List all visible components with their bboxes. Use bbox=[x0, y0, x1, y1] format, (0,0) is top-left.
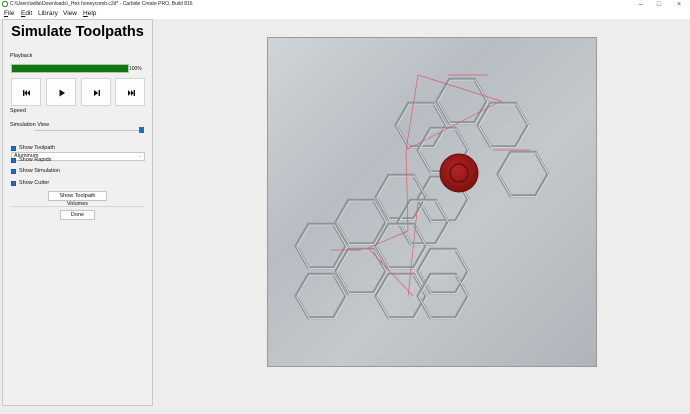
window-title: C:\Users\willa\Downloads\_Hex honeycomb.… bbox=[10, 1, 193, 7]
speed-slider-track[interactable] bbox=[35, 130, 144, 131]
speed-label: Speed bbox=[10, 108, 26, 114]
skip-to-end-icon bbox=[128, 90, 135, 96]
rapid-line bbox=[407, 201, 419, 298]
cutter bbox=[439, 153, 479, 193]
step-forward-icon bbox=[94, 90, 100, 96]
checkbox-label: Show Cutter bbox=[19, 180, 50, 186]
skip-to-end-button[interactable] bbox=[115, 78, 145, 106]
simulation-viewport[interactable] bbox=[267, 37, 597, 367]
rapid-line bbox=[367, 230, 409, 249]
speed-slider-thumb[interactable] bbox=[139, 127, 144, 133]
play-icon bbox=[59, 89, 65, 97]
simulation-view-label: Simulation View bbox=[10, 122, 50, 128]
menu-help[interactable]: Help bbox=[83, 9, 96, 19]
app-icon bbox=[2, 1, 8, 7]
cutter-body bbox=[439, 153, 479, 193]
chevron-down-icon: ⌄ bbox=[137, 153, 142, 159]
menu-file[interactable]: File bbox=[4, 9, 15, 19]
progress-fill bbox=[12, 65, 128, 72]
rapid-moves bbox=[331, 74, 530, 298]
divider bbox=[11, 206, 145, 207]
rapid-line bbox=[405, 74, 419, 151]
skip-to-start-button[interactable] bbox=[11, 78, 41, 106]
menu-edit[interactable]: Edit bbox=[21, 9, 32, 19]
step-forward-button[interactable] bbox=[81, 78, 111, 106]
checkbox-checked-icon bbox=[11, 146, 16, 151]
menu-view[interactable]: View bbox=[63, 9, 77, 19]
checkbox-checked-icon bbox=[11, 181, 16, 186]
checkbox-label: Show Simulation bbox=[19, 168, 60, 174]
show-toolpath-volumes-button[interactable]: Show Toolpath Volumes bbox=[48, 191, 107, 207]
maximize-button[interactable]: □ bbox=[652, 0, 666, 9]
checkbox-checked-icon bbox=[11, 169, 16, 174]
progress-percent: 100% bbox=[129, 66, 142, 72]
playback-label: Playback bbox=[10, 53, 33, 59]
checkbox-label: Show Rapids bbox=[19, 157, 52, 163]
menu-bar: File Edit Library View Help bbox=[0, 9, 690, 19]
minimize-button[interactable]: – bbox=[634, 0, 648, 9]
done-button[interactable]: Done bbox=[60, 210, 95, 220]
checkbox-label: Show Toolpath bbox=[19, 145, 55, 151]
skip-to-start-icon bbox=[23, 90, 30, 96]
close-button[interactable]: × bbox=[672, 0, 686, 9]
hex-pocket-group bbox=[294, 77, 550, 320]
checkbox-checked-icon bbox=[11, 158, 16, 163]
playback-progress-bar[interactable] bbox=[11, 64, 129, 73]
simulate-toolpaths-panel: Simulate Toolpaths Playback 100% Speed S… bbox=[2, 19, 153, 406]
menu-library[interactable]: Library bbox=[38, 9, 58, 19]
title-bar: C:\Users\willa\Downloads\_Hex honeycomb.… bbox=[0, 0, 690, 9]
simulation-canvas bbox=[294, 74, 550, 320]
panel-title: Simulate Toolpaths bbox=[11, 24, 144, 40]
play-button[interactable] bbox=[46, 78, 76, 106]
